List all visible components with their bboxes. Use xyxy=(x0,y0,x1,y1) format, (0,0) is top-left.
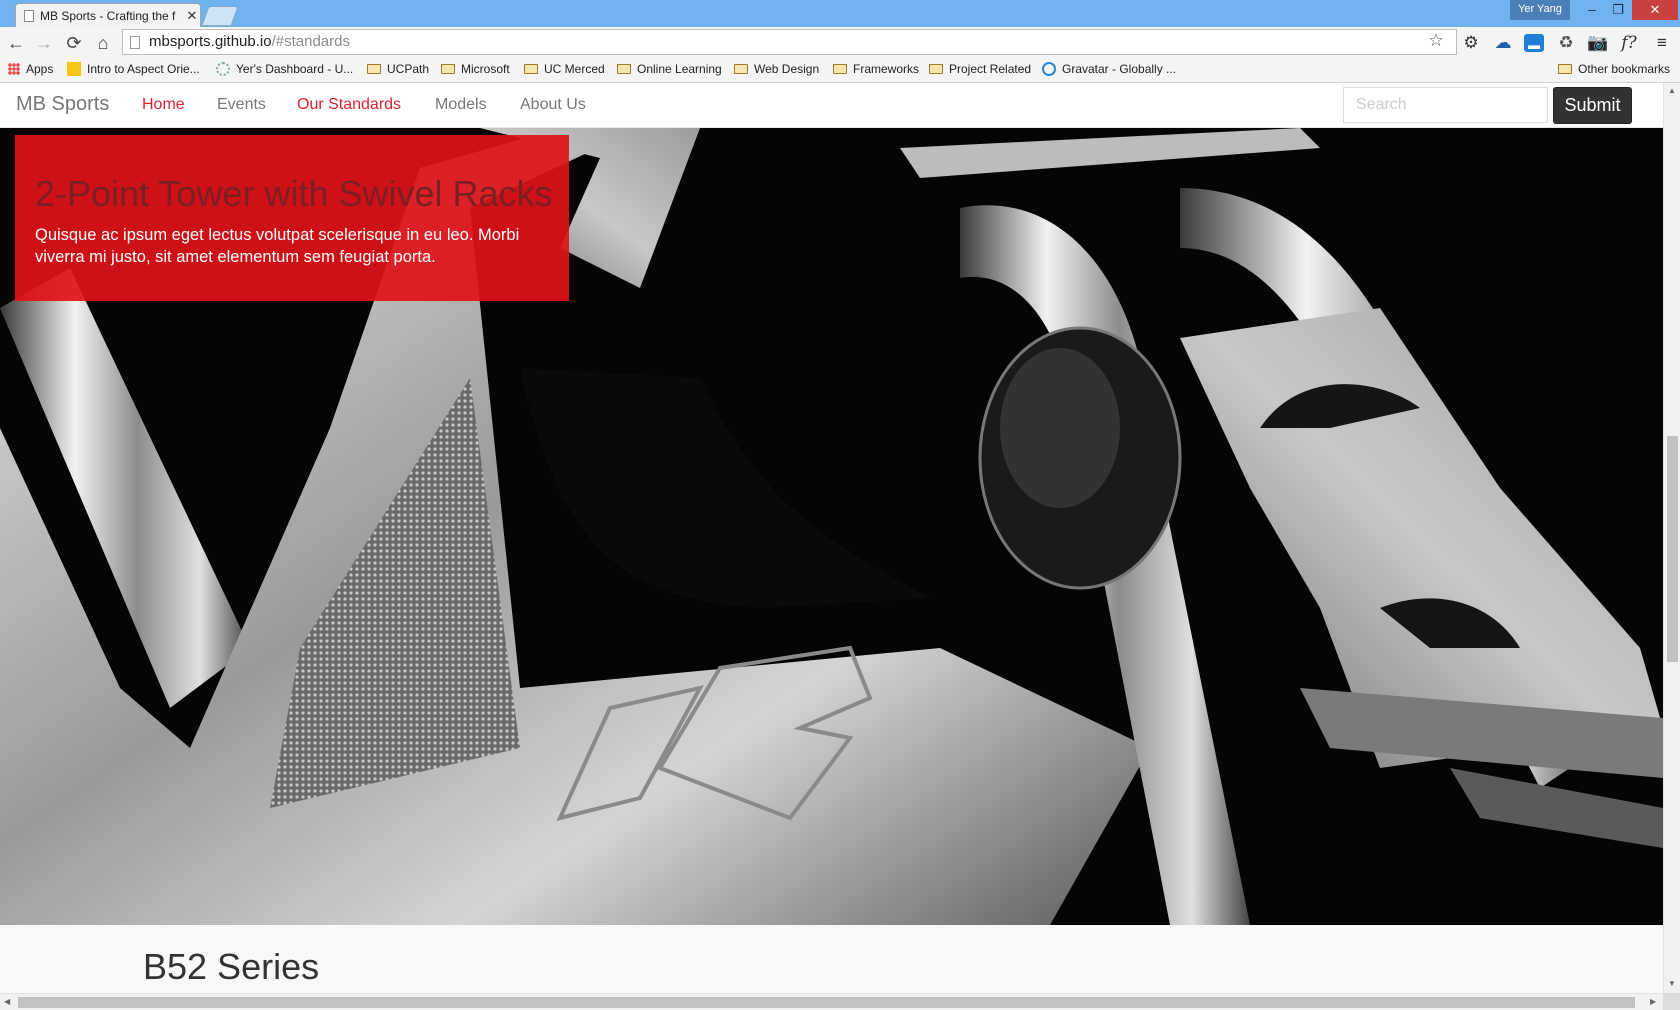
horizontal-scroll-thumb[interactable] xyxy=(18,997,1635,1008)
url-host: mbsports.github.io xyxy=(149,33,272,50)
bookmark-apps[interactable]: Apps xyxy=(8,62,53,76)
nav-models[interactable]: Models xyxy=(435,96,487,114)
bookmark-folder[interactable]: UCPath xyxy=(367,62,429,76)
extension-icon[interactable]: ▬ xyxy=(1524,34,1544,52)
other-bookmarks[interactable]: Other bookmarks xyxy=(1558,62,1670,76)
bookmark-label: Project Related xyxy=(949,62,1032,76)
bookmark-folder[interactable]: Microsoft xyxy=(441,62,510,76)
bookmark-label: Other bookmarks xyxy=(1578,62,1671,76)
bookmark-folder[interactable]: UC Merced xyxy=(524,62,605,76)
bookmark-folder[interactable]: Frameworks xyxy=(833,62,919,76)
minimize-icon[interactable]: – xyxy=(1578,0,1606,20)
folder-icon xyxy=(929,64,943,74)
reload-icon[interactable]: ⟳ xyxy=(62,31,86,55)
profile-name[interactable]: Yer Yang xyxy=(1510,0,1570,20)
close-window-icon[interactable]: ✕ xyxy=(1632,0,1678,20)
font-finder-icon[interactable]: f? xyxy=(1618,32,1640,54)
nav-about-us[interactable]: About Us xyxy=(520,96,586,114)
folder-icon xyxy=(524,64,538,74)
bookmark-label: Yer's Dashboard - U... xyxy=(236,62,354,76)
bookmark-folder[interactable]: Online Learning xyxy=(617,62,722,76)
scrollbar-corner xyxy=(1663,993,1680,1010)
folder-icon xyxy=(367,64,381,74)
bookmarks-bar: Apps Intro to Aspect Orie... Yer's Dashb… xyxy=(0,58,1680,83)
tab-title: MB Sports - Crafting the f xyxy=(40,8,176,23)
nav-home[interactable]: Home xyxy=(142,96,185,114)
maximize-icon[interactable]: ❐ xyxy=(1604,0,1632,20)
bookmark-label: Microsoft xyxy=(461,62,510,76)
bookmark-label: Frameworks xyxy=(853,62,920,76)
bookmark-label: Online Learning xyxy=(637,62,722,76)
site-brand[interactable]: MB Sports xyxy=(16,93,109,116)
scroll-up-icon[interactable]: ▲ xyxy=(1668,86,1676,95)
cloud-icon[interactable]: ☁ xyxy=(1492,32,1514,54)
nav-our-standards[interactable]: Our Standards xyxy=(297,96,401,114)
folder-icon xyxy=(617,64,631,74)
bookmark-folder[interactable]: Web Design xyxy=(734,62,819,76)
site-navbar: MB Sports Home Events Our Standards Mode… xyxy=(0,83,1663,128)
close-tab-icon[interactable]: ✕ xyxy=(184,8,200,24)
power-icon xyxy=(1042,62,1056,76)
vertical-scrollbar[interactable]: ▲ ▼ xyxy=(1663,83,1680,993)
title-bar: MB Sports - Crafting the f ✕ Yer Yang – … xyxy=(0,0,1680,27)
caption-title: 2-Point Tower with Swivel Racks xyxy=(35,173,553,214)
folder-icon xyxy=(734,64,748,74)
home-icon[interactable]: ⌂ xyxy=(91,31,115,55)
bookmark-label: UCPath xyxy=(387,62,430,76)
bookmark-label: Apps xyxy=(26,62,54,76)
url-path: /#standards xyxy=(271,33,350,50)
folder-icon xyxy=(441,64,455,74)
scroll-left-icon[interactable]: ◀ xyxy=(4,997,10,1006)
forward-arrow-icon[interactable]: → xyxy=(32,31,56,55)
new-tab-button[interactable] xyxy=(201,6,239,26)
bookmark-label: Web Design xyxy=(754,62,820,76)
section-title: B52 Series xyxy=(143,946,320,987)
page-icon xyxy=(24,9,34,22)
page-icon xyxy=(67,62,81,76)
recycle-icon[interactable]: ♻ xyxy=(1555,32,1577,54)
gear-icon xyxy=(216,62,230,76)
page-viewport: MB Sports Home Events Our Standards Mode… xyxy=(0,83,1663,993)
scroll-right-icon[interactable]: ▶ xyxy=(1650,997,1656,1006)
submit-button[interactable]: Submit xyxy=(1553,87,1632,124)
scroll-down-icon[interactable]: ▼ xyxy=(1668,979,1676,988)
bookmark-item[interactable]: Intro to Aspect Orie... xyxy=(67,62,200,76)
horizontal-scrollbar[interactable]: ◀ ▶ xyxy=(0,993,1663,1010)
bookmark-label: UC Merced xyxy=(544,62,605,76)
vertical-scroll-thumb[interactable] xyxy=(1667,436,1678,662)
search-input[interactable] xyxy=(1343,87,1548,123)
folder-icon xyxy=(833,64,847,74)
back-arrow-icon[interactable]: ← xyxy=(4,31,28,55)
bookmark-star-icon[interactable]: ☆ xyxy=(1428,30,1444,51)
bookmark-item[interactable]: Yer's Dashboard - U... xyxy=(216,62,353,76)
address-bar[interactable]: mbsports.github.io/#standards xyxy=(122,29,1457,55)
menu-icon[interactable]: ≡ xyxy=(1651,32,1673,54)
nav-events[interactable]: Events xyxy=(217,96,266,114)
folder-icon xyxy=(1558,64,1572,74)
caption-text: Quisque ac ipsum eget lectus volutpat sc… xyxy=(35,226,520,266)
bookmark-label: Intro to Aspect Orie... xyxy=(87,62,200,76)
camera-icon[interactable]: 📷 xyxy=(1587,32,1609,54)
settings-gear-icon[interactable]: ⚙ xyxy=(1460,32,1482,54)
bookmark-folder[interactable]: Project Related xyxy=(929,62,1031,76)
browser-tab[interactable]: MB Sports - Crafting the f ✕ xyxy=(15,3,201,27)
hero-image: 2-Point Tower with Swivel Racks Quisque … xyxy=(0,128,1663,925)
apps-grid-icon xyxy=(8,63,20,75)
page-icon xyxy=(130,36,140,49)
bookmark-item[interactable]: Gravatar - Globally ... xyxy=(1042,62,1176,76)
bookmark-label: Gravatar - Globally ... xyxy=(1062,62,1177,76)
browser-toolbar: ← → ⟳ ⌂ mbsports.github.io/#standards ☆ xyxy=(0,27,1680,58)
hero-caption: 2-Point Tower with Swivel Racks Quisque … xyxy=(15,135,569,301)
